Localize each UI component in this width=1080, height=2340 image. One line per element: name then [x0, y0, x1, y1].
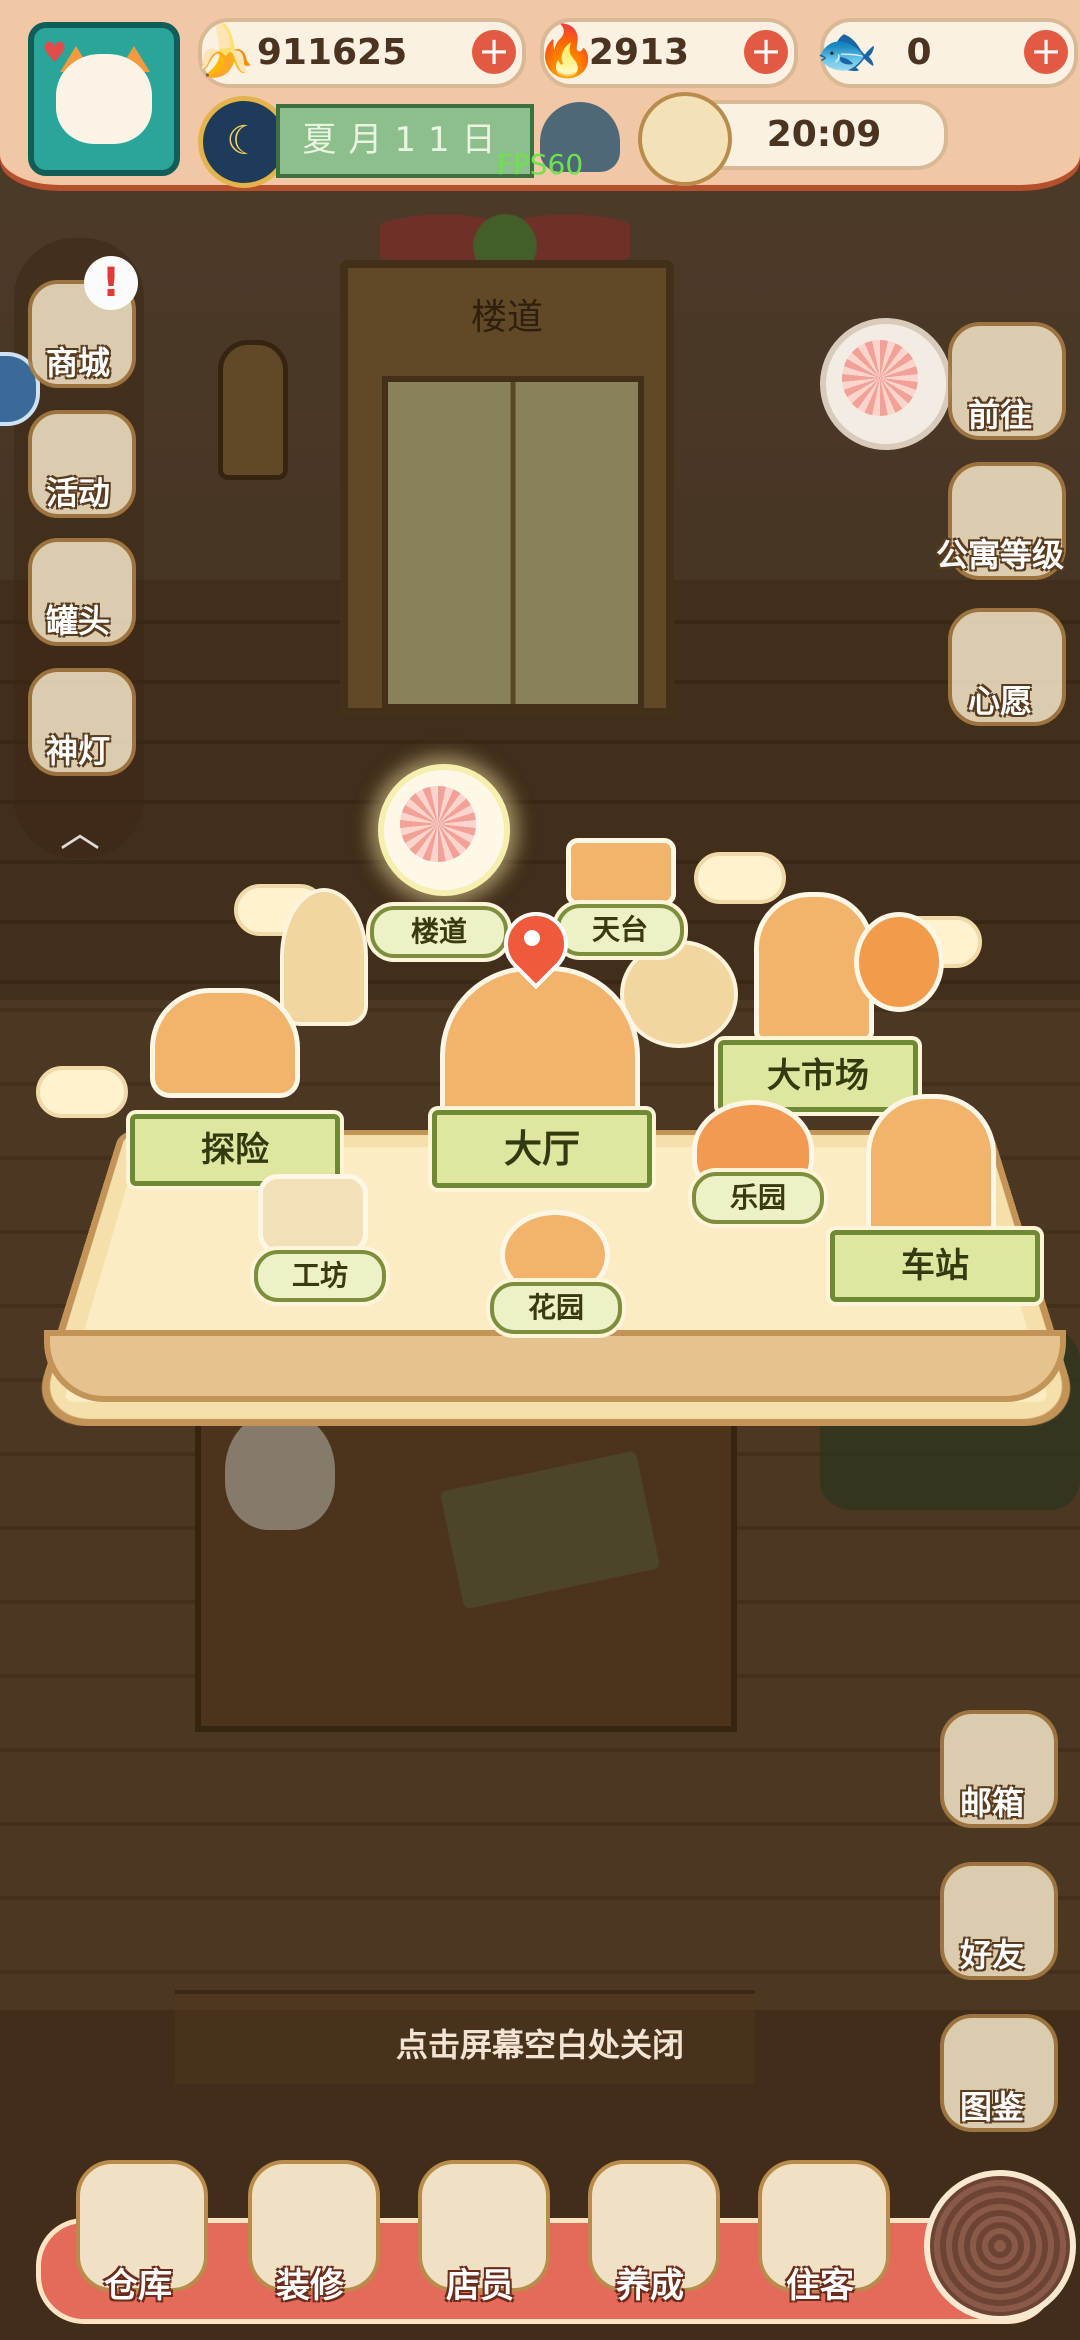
album-label: 图鉴: [959, 2088, 1024, 2126]
tools-icon: [258, 1174, 368, 1254]
cat-face-icon: [56, 54, 152, 144]
decorate-button[interactable]: 装修: [240, 2160, 380, 2310]
rooftop-icon: [566, 838, 676, 906]
decorate-label: 装修: [276, 2266, 344, 2306]
cultivate-label: 养成: [616, 2266, 684, 2306]
magic-lamp-label: 神灯: [45, 732, 110, 770]
go-to-label: 前往: [967, 396, 1032, 434]
can-label: 罐头: [45, 602, 110, 640]
map-location-lobby[interactable]: 大厅: [432, 1110, 652, 1188]
event-button[interactable]: 活动: [18, 410, 138, 530]
map-location-corridor[interactable]: 楼道: [370, 906, 508, 958]
apartment-level-label: 公寓等级: [935, 536, 1064, 574]
mailbox-button[interactable]: 邮箱: [922, 1710, 1062, 1840]
event-label: 活动: [45, 474, 110, 512]
add-fish-button[interactable]: +: [1024, 30, 1068, 74]
yarn-ball-icon[interactable]: [924, 2170, 1076, 2322]
fish-currency: 🐟 0 +: [816, 18, 1078, 88]
add-flame-button[interactable]: +: [744, 30, 788, 74]
mouse-icon: [842, 340, 918, 416]
close-hint: 点击屏幕空白处关闭: [395, 2026, 684, 2064]
wish-label: 心愿: [967, 682, 1032, 720]
friends-label: 好友: [959, 1936, 1024, 1974]
banana-currency: 🍌 911625 +: [194, 18, 526, 88]
go-to-button[interactable]: 前往: [930, 322, 1070, 452]
wish-button[interactable]: 心愿: [930, 608, 1070, 738]
pin-dot: [524, 930, 540, 946]
mailbox-label: 邮箱: [959, 1784, 1024, 1822]
shop-label: 商城: [45, 344, 110, 382]
can-button[interactable]: 罐头: [18, 538, 138, 658]
alert-icon: !: [84, 256, 138, 310]
chevron-up-icon[interactable]: ︿: [50, 800, 110, 856]
map-pin-icon: [490, 898, 582, 990]
fish-amount: 0: [906, 32, 932, 73]
flame-currency: 🔥 2913 +: [536, 18, 798, 88]
tree-icon: [620, 940, 738, 1048]
map-location-station[interactable]: 车站: [830, 1230, 1040, 1302]
guest-button[interactable]: 住客: [750, 2160, 890, 2310]
mouse-icon: [400, 786, 476, 862]
corridor-mouse-bubble[interactable]: [378, 764, 510, 896]
add-banana-button[interactable]: +: [472, 30, 516, 74]
teapot-icon: [150, 988, 300, 1098]
apartment-level-button[interactable]: 公寓等级: [930, 462, 1070, 592]
warehouse-label: 仓库: [104, 2266, 172, 2306]
map-location-workshop[interactable]: 工坊: [254, 1250, 386, 1302]
warehouse-button[interactable]: 仓库: [68, 2160, 208, 2310]
lobby-icon: [440, 966, 640, 1126]
fps-counter: FPS60: [496, 148, 584, 181]
map-location-garden[interactable]: 花园: [490, 1282, 622, 1334]
staff-label: 店员: [446, 2266, 514, 2306]
balloon-icon: [854, 912, 944, 1012]
cloud-icon: [694, 852, 786, 904]
tree-icon: [280, 888, 368, 1026]
map-location-rooftop[interactable]: 天台: [556, 904, 684, 956]
flame-amount: 2913: [588, 32, 690, 73]
staff-button[interactable]: 店员: [410, 2160, 550, 2310]
magic-lamp-button[interactable]: 神灯: [18, 668, 138, 788]
map-location-park[interactable]: 乐园: [692, 1172, 824, 1224]
cultivate-button[interactable]: 养成: [580, 2160, 720, 2310]
map-book-edge: [44, 1330, 1066, 1402]
guest-label: 住客: [786, 2266, 854, 2306]
friends-button[interactable]: 好友: [922, 1862, 1062, 1992]
cloud-icon: [36, 1066, 128, 1118]
banana-amount: 911625: [256, 32, 408, 73]
